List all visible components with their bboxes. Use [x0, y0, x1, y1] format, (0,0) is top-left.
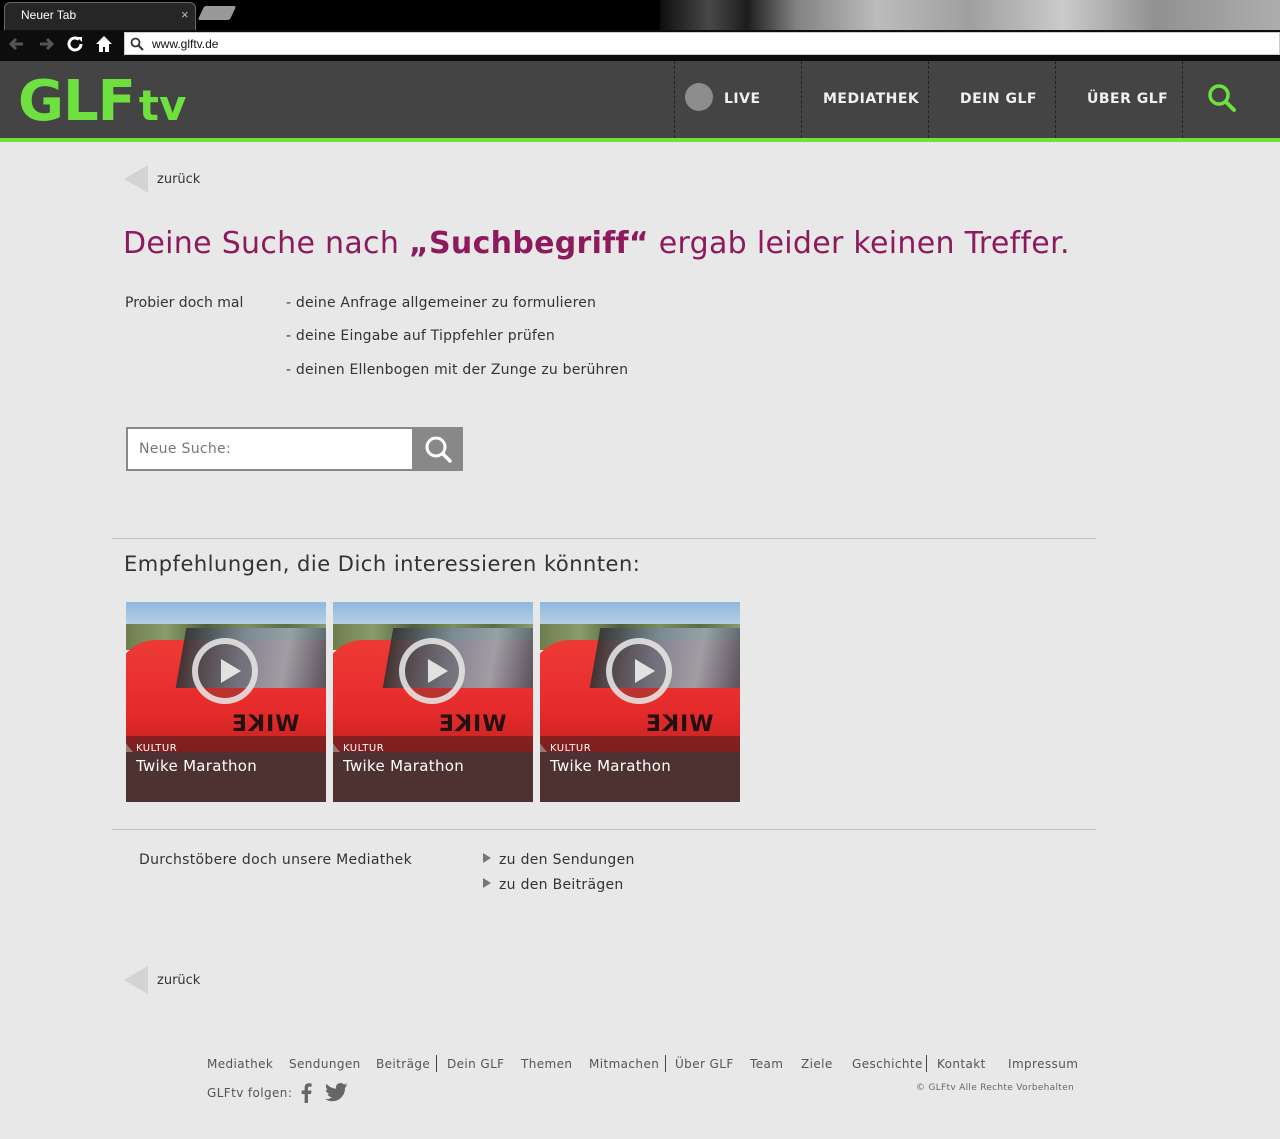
nav-ueber-glf[interactable]: ÜBER GLF — [1055, 61, 1182, 138]
headline-suffix: ergab leider keinen Treffer. — [648, 226, 1070, 261]
live-indicator-icon — [685, 83, 713, 111]
tab-close-icon[interactable]: × — [181, 7, 189, 22]
card-brand-text: WIKE — [438, 712, 507, 737]
address-url: www.glftv.de — [152, 37, 219, 51]
footer-link-team[interactable]: Team — [750, 1057, 783, 1071]
home-icon[interactable] — [93, 34, 115, 56]
card-caption: KULTUR Twike Marathon — [126, 736, 326, 802]
new-search-button[interactable] — [412, 429, 463, 469]
card-title: Twike Marathon — [343, 757, 465, 775]
address-bar[interactable]: www.glftv.de — [124, 32, 1280, 55]
divider — [112, 829, 1096, 830]
footer-link-ziele[interactable]: Ziele — [801, 1057, 833, 1071]
footer-separator — [926, 1055, 927, 1072]
recommendations-heading: Empfehlungen, die Dich interessieren kön… — [124, 552, 641, 576]
search-icon[interactable] — [1207, 83, 1237, 117]
new-search-input[interactable] — [128, 429, 412, 469]
tip-item: - deinen Ellenbogen mit der Zunge zu ber… — [286, 362, 629, 378]
play-icon[interactable] — [192, 638, 258, 704]
card-brand-text: WIKE — [231, 712, 300, 737]
tip-item: - deine Anfrage allgemeiner zu formulier… — [286, 295, 597, 311]
back-link-bottom[interactable]: zurück — [124, 966, 244, 994]
browse-label: Durchstöbere doch unsere Mediathek — [139, 852, 413, 868]
footer-separator — [665, 1055, 666, 1072]
card-category: KULTUR — [550, 743, 592, 754]
footer-link-beitraege[interactable]: Beiträge — [376, 1057, 430, 1071]
video-card[interactable]: WIKE KULTUR Twike Marathon — [126, 602, 326, 802]
headline-prefix: Deine Suche nach — [123, 226, 409, 261]
card-title: Twike Marathon — [550, 757, 672, 775]
footer-link-sendungen[interactable]: Sendungen — [289, 1057, 361, 1071]
back-link-top[interactable]: zurück — [124, 165, 244, 193]
browser-tab[interactable]: Neuer Tab × — [4, 2, 196, 30]
divider — [112, 538, 1096, 539]
video-card[interactable]: WIKE KULTUR Twike Marathon — [333, 602, 533, 802]
nav-live-label: LIVE — [724, 91, 761, 107]
footer-link-geschichte[interactable]: Geschichte — [852, 1057, 923, 1071]
browser-tabbar: Neuer Tab × — [0, 0, 1280, 30]
browser-toolbar: www.glftv.de — [0, 30, 1280, 61]
copyright: © GLFtv Alle Rechte Vorbehalten — [916, 1083, 1074, 1093]
nav-ueber-glf-label: ÜBER GLF — [1087, 91, 1169, 107]
card-caption: KULTUR Twike Marathon — [540, 736, 740, 802]
nav-mediathek[interactable]: MEDIATHEK — [801, 61, 928, 138]
forward-arrow-icon[interactable] — [35, 34, 57, 56]
card-category: KULTUR — [343, 743, 385, 754]
footer-link-mediathek[interactable]: Mediathek — [207, 1057, 273, 1071]
back-arrow-icon — [124, 165, 148, 193]
search-term: „Suchbegriff“ — [409, 226, 649, 261]
logo-main: GLF — [18, 69, 136, 134]
tip-item: - deine Eingabe auf Tippfehler prüfen — [286, 328, 555, 344]
play-icon[interactable] — [606, 638, 672, 704]
card-caption: KULTUR Twike Marathon — [333, 736, 533, 802]
new-tab-button[interactable] — [197, 6, 237, 20]
nav-dein-glf[interactable]: DEIN GLF — [928, 61, 1055, 138]
twitter-icon[interactable] — [325, 1083, 348, 1106]
tips-label: Probier doch mal — [125, 295, 244, 311]
facebook-icon[interactable] — [300, 1083, 312, 1107]
new-search-form — [126, 427, 463, 471]
link-sendungen[interactable]: zu den Sendungen — [483, 852, 635, 868]
triangle-right-icon — [483, 878, 491, 888]
card-brand-text: WIKE — [645, 712, 714, 737]
reload-icon[interactable] — [64, 34, 86, 56]
link-beitraege-label: zu den Beiträgen — [499, 877, 624, 893]
back-label: zurück — [157, 172, 201, 187]
play-icon[interactable] — [399, 638, 465, 704]
logo-suffix: tv — [138, 81, 187, 130]
search-icon — [425, 436, 452, 463]
card-title: Twike Marathon — [136, 757, 258, 775]
video-card[interactable]: WIKE KULTUR Twike Marathon — [540, 602, 740, 802]
footer-link-ueber-glf[interactable]: Über GLF — [675, 1057, 734, 1071]
back-label: zurück — [157, 973, 201, 988]
back-arrow-icon[interactable] — [6, 34, 28, 56]
footer-link-dein-glf[interactable]: Dein GLF — [447, 1057, 504, 1071]
search-icon — [130, 36, 144, 55]
site-header: GLFtv LIVE MEDIATHEK DEIN GLF ÜBER GLF — [0, 61, 1280, 142]
tab-title: Neuer Tab — [21, 8, 77, 22]
nav-live[interactable]: LIVE — [674, 61, 801, 138]
follow-label: GLFtv folgen: — [207, 1086, 293, 1100]
footer-separator — [436, 1055, 437, 1072]
nav-mediathek-label: MEDIATHEK — [823, 91, 920, 107]
back-arrow-icon — [124, 966, 148, 994]
site-logo[interactable]: GLFtv — [18, 69, 186, 134]
footer-link-impressum[interactable]: Impressum — [1008, 1057, 1078, 1071]
footer-link-kontakt[interactable]: Kontakt — [937, 1057, 986, 1071]
footer-link-mitmachen[interactable]: Mitmachen — [589, 1057, 659, 1071]
nav-dein-glf-label: DEIN GLF — [960, 91, 1037, 107]
tabbar-background-photo — [660, 0, 1280, 30]
link-beitraege[interactable]: zu den Beiträgen — [483, 877, 624, 893]
triangle-right-icon — [483, 853, 491, 863]
footer-link-themen[interactable]: Themen — [521, 1057, 572, 1071]
card-category: KULTUR — [136, 743, 178, 754]
link-sendungen-label: zu den Sendungen — [499, 852, 635, 868]
no-results-headline: Deine Suche nach „Suchbegriff“ ergab lei… — [123, 226, 1070, 261]
